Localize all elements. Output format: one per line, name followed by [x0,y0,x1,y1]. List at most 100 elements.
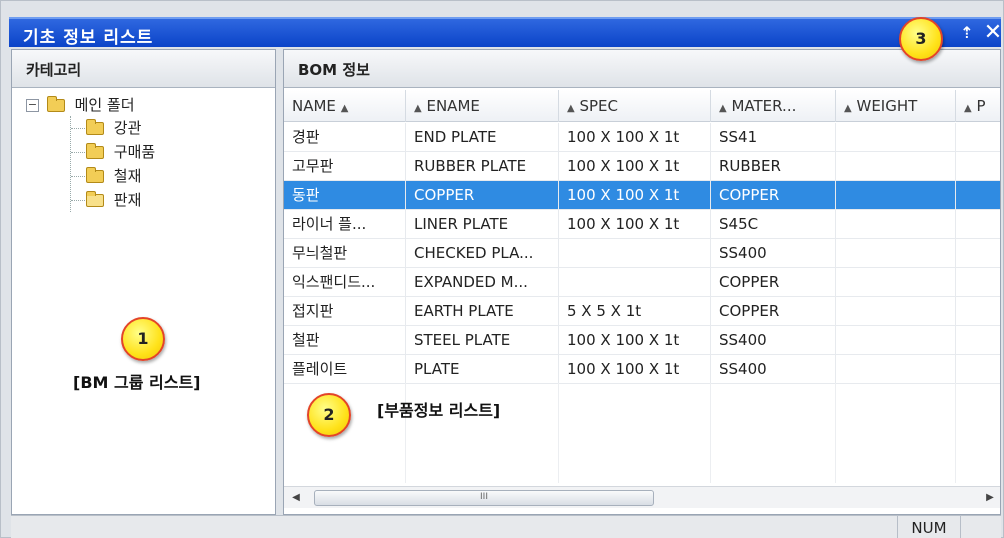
table-row[interactable]: 익스팬디드... EXPANDED M... COPPER [284,268,1000,297]
cell-spec: 100 X 100 X 1t [559,210,711,239]
cell-spec: 100 X 100 X 1t [559,355,711,384]
table-row[interactable]: 경판 END PLATE 100 X 100 X 1t SS41 [284,123,1000,152]
column-label: WEIGHT [856,97,918,115]
cell-ename: PLATE [406,355,559,384]
tree-item-steel[interactable]: 철재 [86,165,141,187]
cell-p [956,181,1000,210]
cell-material: SS41 [711,123,836,152]
tree-item-label: 강관 [113,119,142,137]
column-label: NAME [292,97,336,115]
table-row[interactable]: 동판 COPPER 100 X 100 X 1t COPPER [284,181,1000,210]
tree-guide-line [71,152,87,153]
tree-item-label: 판재 [113,191,142,209]
table-row[interactable]: 접지판 EARTH PLATE 5 X 5 X 1t COPPER [284,297,1000,326]
cell-name: 철판 [284,326,406,355]
scrollbar-thumb[interactable]: III [314,490,654,506]
table-row[interactable]: 고무판 RUBBER PLATE 100 X 100 X 1t RUBBER [284,152,1000,181]
bom-header: BOM 정보 [284,50,1000,88]
cell-weight [836,181,956,210]
cell-material: COPPER [711,268,836,297]
column-header-ename[interactable]: ▲ ENAME [406,90,559,122]
cell-spec [559,268,711,297]
sort-arrow-icon: ▲ [414,103,422,114]
annotation-badge-1: 1 [121,317,165,361]
cell-weight [836,123,956,152]
category-panel: 카테고리 − 메인 폴더 강관 구매품 철재 판재 [11,49,276,515]
sort-arrow-icon: ▲ [567,103,575,114]
tree-item-main-folder[interactable]: − 메인 폴더 [26,94,135,116]
cell-material: SS400 [711,355,836,384]
table-row[interactable]: 무늬철판 CHECKED PLA... SS400 [284,239,1000,268]
cell-spec: 100 X 100 X 1t [559,181,711,210]
cell-spec: 100 X 100 X 1t [559,123,711,152]
scroll-left-icon[interactable]: ◀ [286,487,306,509]
tree-guide-line [70,116,71,212]
annotation-label-1: [BM 그룹 리스트] [73,373,201,392]
folder-icon [86,143,104,159]
annotation-badge-3: 3 [899,17,943,61]
column-header-name[interactable]: NAME ▲ [284,90,406,122]
annotation-label-2: [부품정보 리스트] [377,401,501,420]
window-title: 기초 정보 리스트 [23,28,154,48]
cell-material: SS400 [711,326,836,355]
cell-p [956,239,1000,268]
table-row[interactable]: 플레이트 PLATE 100 X 100 X 1t SS400 [284,355,1000,384]
sort-arrow-icon: ▲ [964,103,972,114]
tree-item-plate[interactable]: 판재 [86,189,141,211]
cell-ename: CHECKED PLA... [406,239,559,268]
bom-panel: BOM 정보 NAME ▲ ▲ ENAME ▲ SPEC ▲ MATER... … [283,49,1001,515]
cell-name: 경판 [284,123,406,152]
title-bar[interactable]: 기초 정보 리스트 ⇡ ✕ [9,17,1004,48]
cell-weight [836,326,956,355]
cell-name: 익스팬디드... [284,268,406,297]
cell-spec: 100 X 100 X 1t [559,152,711,181]
column-label: MATER... [731,97,797,115]
column-header-weight[interactable]: ▲ WEIGHT [836,90,956,122]
sort-arrow-icon: ▲ [844,103,852,114]
cell-weight [836,268,956,297]
cell-weight [836,355,956,384]
table-row[interactable]: 철판 STEEL PLATE 100 X 100 X 1t SS400 [284,326,1000,355]
tree-item-purchased-parts[interactable]: 구매품 [86,141,155,163]
tree-guide-line [71,200,87,201]
table-row[interactable]: 라이너 플... LINER PLATE 100 X 100 X 1t S45C [284,210,1000,239]
cell-ename: LINER PLATE [406,210,559,239]
horizontal-scrollbar[interactable]: ◀ III ▶ [284,486,1000,509]
folder-icon [86,119,104,135]
cell-name: 동판 [284,181,406,210]
empty-grid-area [559,383,711,483]
column-header-p[interactable]: ▲ P [956,90,1000,122]
column-header-spec[interactable]: ▲ SPEC [559,90,711,122]
cell-spec [559,239,711,268]
cell-name: 플레이트 [284,355,406,384]
cell-p [956,297,1000,326]
tree-item-steel-pipe[interactable]: 강관 [86,117,141,139]
empty-grid-area [836,383,956,483]
cell-p [956,152,1000,181]
cell-weight [836,239,956,268]
cell-material: COPPER [711,297,836,326]
tree-item-label: 구매품 [113,143,156,161]
cell-material: S45C [711,210,836,239]
cell-material: SS400 [711,239,836,268]
close-icon[interactable]: ✕ [981,19,1004,47]
cell-ename: RUBBER PLATE [406,152,559,181]
scroll-right-icon[interactable]: ▶ [980,487,1000,509]
cell-material: RUBBER [711,152,836,181]
column-label: SPEC [579,97,619,115]
pin-icon[interactable]: ⇡ [955,19,979,47]
cell-spec: 5 X 5 X 1t [559,297,711,326]
cell-ename: END PLATE [406,123,559,152]
tree-item-label: 메인 폴더 [74,96,135,114]
column-header-material[interactable]: ▲ MATER... [711,90,836,122]
column-label: ENAME [426,97,480,115]
tree-guide-line [71,128,87,129]
cell-name: 무늬철판 [284,239,406,268]
collapse-toggle-icon[interactable]: − [26,99,39,112]
cell-weight [836,152,956,181]
cell-ename: EARTH PLATE [406,297,559,326]
cell-spec: 100 X 100 X 1t [559,326,711,355]
folder-icon [86,167,104,183]
cell-p [956,210,1000,239]
annotation-badge-2: 2 [307,393,351,437]
